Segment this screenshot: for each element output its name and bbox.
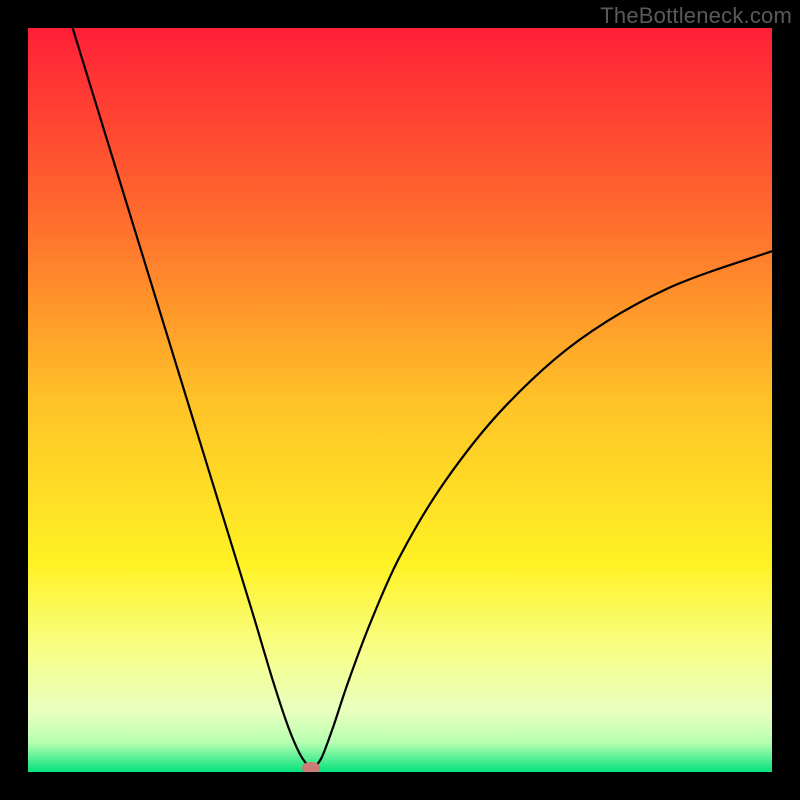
minimum-marker <box>302 762 320 772</box>
plot-area <box>28 28 772 772</box>
gradient-background <box>28 28 772 772</box>
watermark-text: TheBottleneck.com <box>600 3 792 29</box>
chart-container: TheBottleneck.com <box>0 0 800 800</box>
plot-svg <box>28 28 772 772</box>
